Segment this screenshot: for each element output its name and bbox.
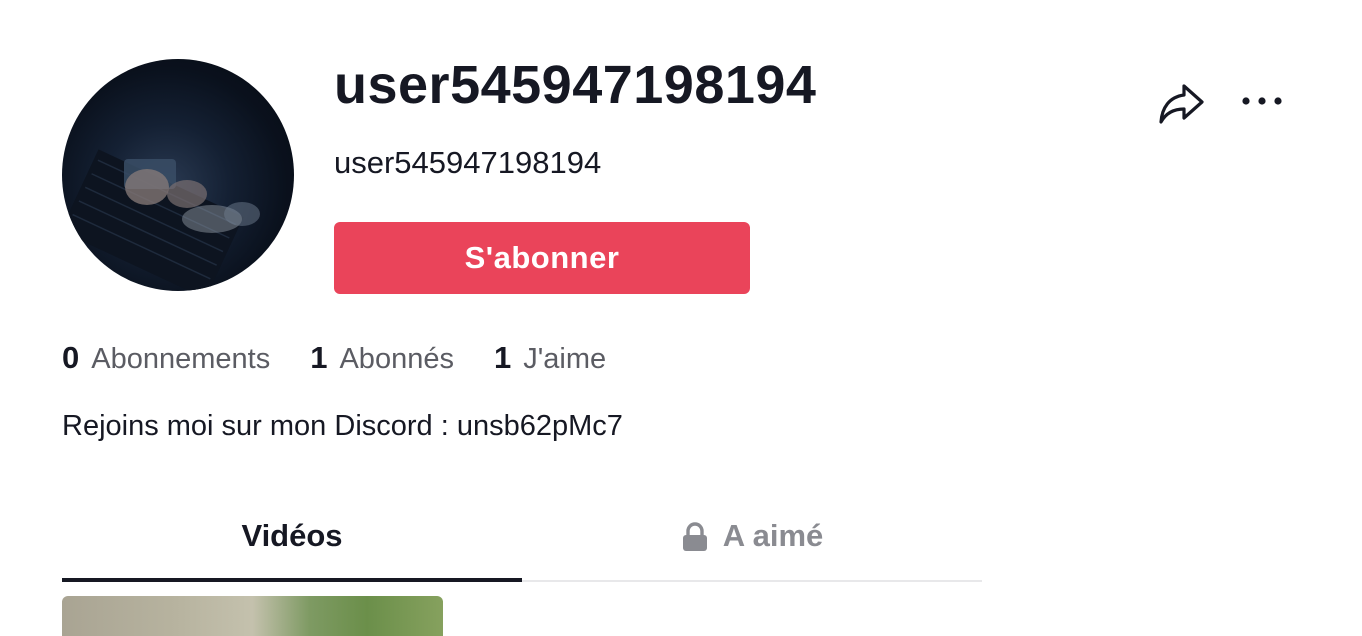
tab-label: A aimé bbox=[722, 518, 824, 553]
avatar[interactable] bbox=[62, 59, 294, 291]
stat-label: Abonnements bbox=[91, 343, 271, 375]
stat-value: 1 bbox=[493, 340, 512, 375]
more-options-button[interactable] bbox=[1236, 86, 1288, 116]
username: user545947198194 bbox=[334, 145, 602, 180]
stat-label: Abonnés bbox=[339, 343, 454, 375]
profile-tabs: Vidéos A aimé bbox=[62, 500, 982, 582]
stat-label: J'aime bbox=[523, 343, 607, 375]
stat-value: 0 bbox=[62, 340, 80, 375]
share-button[interactable] bbox=[1156, 80, 1208, 126]
video-thumbnail[interactable] bbox=[62, 596, 443, 636]
share-arrow-icon bbox=[1159, 84, 1204, 124]
lock-icon bbox=[681, 522, 709, 560]
tab-label: Vidéos bbox=[241, 518, 343, 553]
stat-likes: 1 J'aime bbox=[494, 340, 606, 376]
stat-following[interactable]: 0 Abonnements bbox=[62, 340, 270, 376]
more-dots-icon bbox=[1242, 97, 1282, 105]
stats-row: 0 Abonnements 1 Abonnés 1 J'aime bbox=[62, 340, 646, 376]
bio: Rejoins moi sur mon Discord : unsb62pMc7 bbox=[62, 410, 623, 442]
tab-videos[interactable]: Vidéos bbox=[62, 500, 522, 580]
stat-followers[interactable]: 1 Abonnés bbox=[310, 340, 454, 376]
tab-active-indicator bbox=[62, 578, 522, 582]
follow-button[interactable]: S'abonner bbox=[334, 222, 750, 294]
display-name: user545947198194 bbox=[334, 55, 817, 115]
stat-value: 1 bbox=[310, 340, 328, 375]
tab-liked[interactable]: A aimé bbox=[522, 500, 982, 580]
avatar-image bbox=[62, 149, 260, 291]
